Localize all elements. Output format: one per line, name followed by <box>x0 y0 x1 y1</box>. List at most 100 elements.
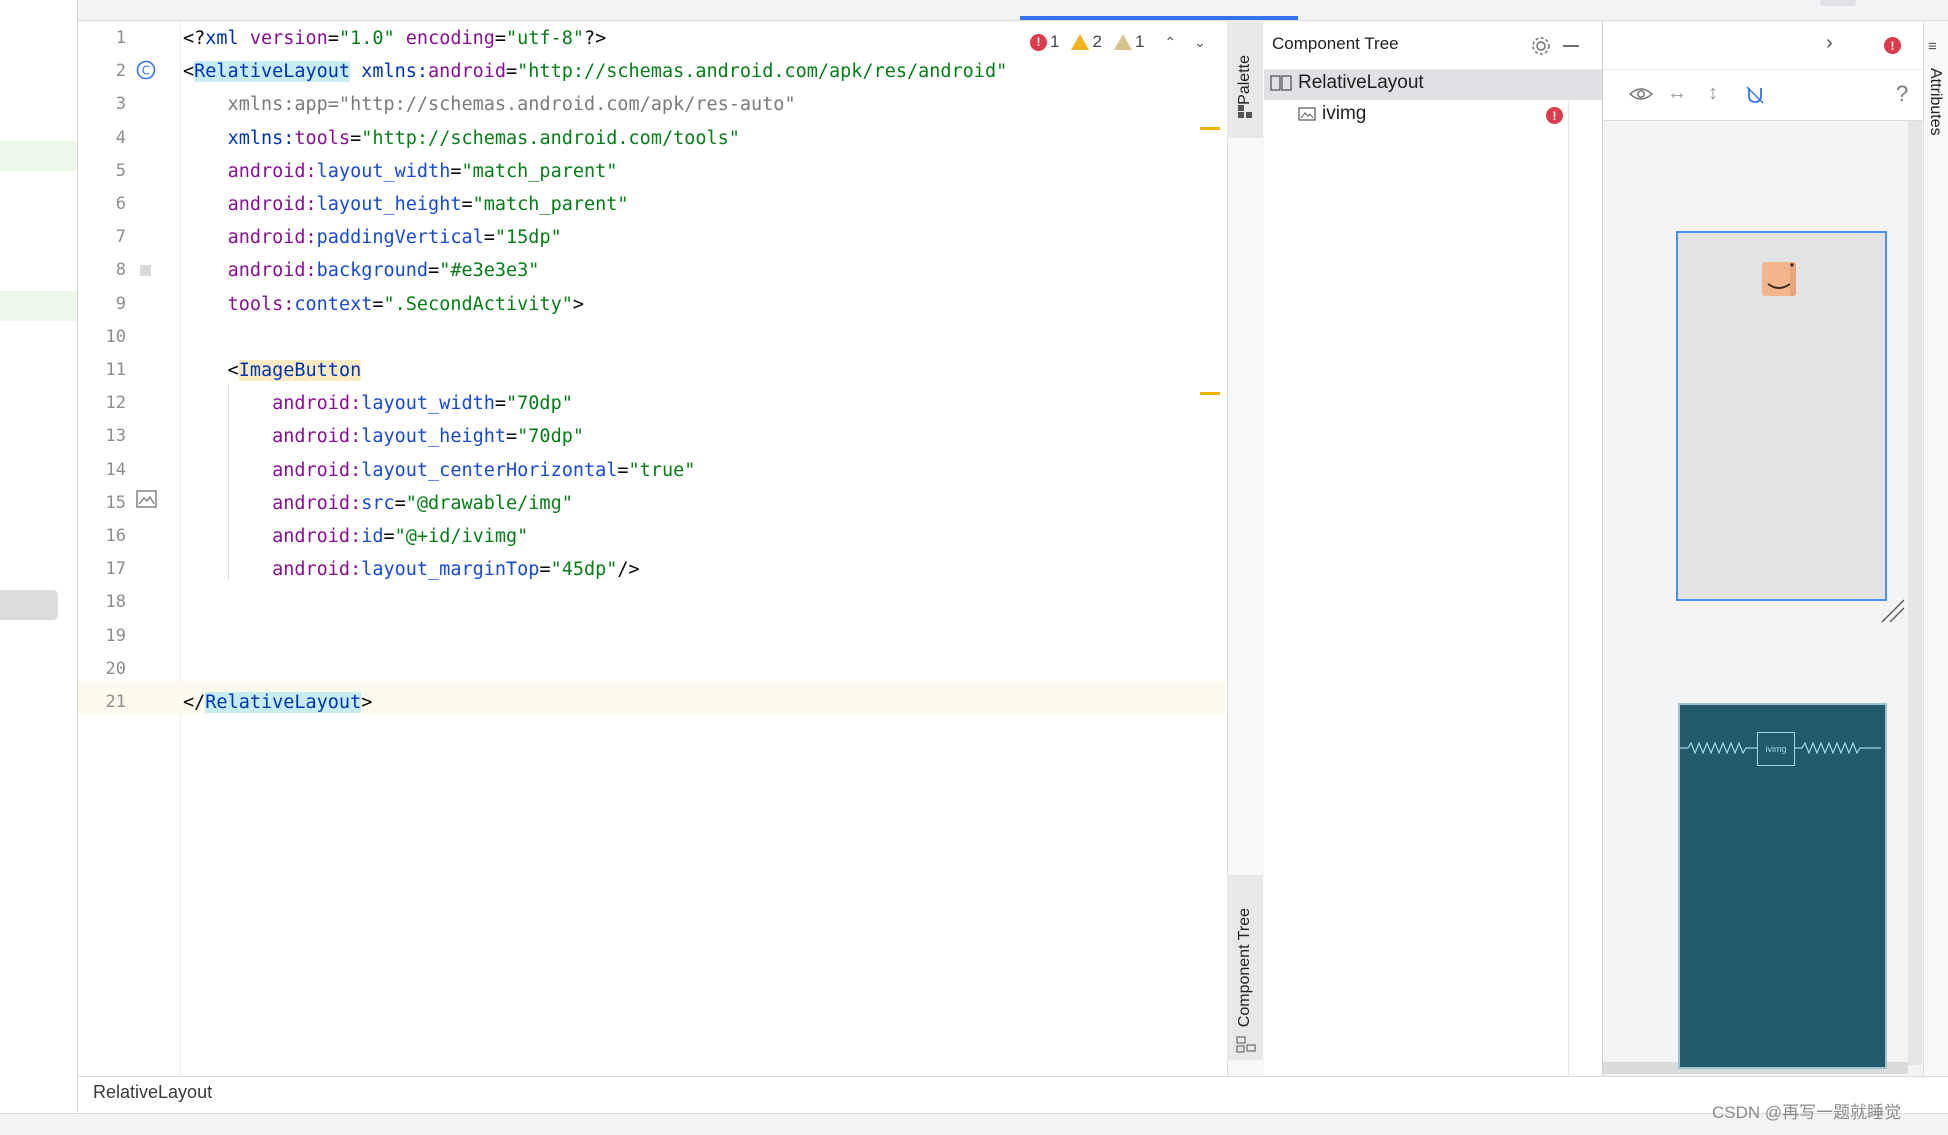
tab-attributes[interactable]: Attributes <box>1926 68 1946 141</box>
line-number[interactable]: 16 <box>78 520 126 553</box>
warning-icon <box>1071 34 1090 50</box>
code-token: "@drawable/img" <box>405 492 573 514</box>
component-tree-panel <box>1264 21 1603 1076</box>
code-line[interactable]: android:layout_height="match_parent" <box>183 188 629 221</box>
code-token: background <box>316 260 429 282</box>
code-line[interactable]: xmlns:tools="http://schemas.android.com/… <box>183 122 740 155</box>
breadcrumb-bar <box>78 1076 1948 1113</box>
line-number[interactable]: 10 <box>78 321 126 354</box>
tree-item-ivimg[interactable]: ivimg <box>1298 103 1366 125</box>
blueprint-ivimg[interactable]: ivimg <box>1757 732 1795 766</box>
vertical-arrows-icon[interactable]: ↕ <box>1708 82 1718 105</box>
inspection-widget[interactable]: ! 1 2 1 ⌃ ⌄ <box>1030 28 1206 56</box>
line-number[interactable]: 9 <box>78 288 126 321</box>
code-token: = <box>539 559 551 581</box>
gear-icon[interactable] <box>1530 35 1552 57</box>
code-line[interactable]: android:src="@drawable/img" <box>183 487 573 520</box>
line-number[interactable]: 11 <box>78 354 126 387</box>
code-line[interactable]: android:layout_width="match_parent" <box>183 155 618 188</box>
line-number[interactable]: 13 <box>78 420 126 453</box>
code-line[interactable]: xmlns:app="http://schemas.android.com/ap… <box>183 88 796 121</box>
code-token: = <box>506 61 518 83</box>
code-line[interactable]: android:layout_marginTop="45dp"/> <box>183 553 640 586</box>
code-line[interactable]: tools:context=".SecondActivity"> <box>183 288 584 321</box>
line-number[interactable]: 18 <box>78 586 126 619</box>
help-icon[interactable]: ? <box>1896 81 1908 107</box>
image-button-preview[interactable] <box>1762 262 1796 296</box>
code-line[interactable]: android:id="@+id/ivimg" <box>183 520 528 553</box>
line-number[interactable]: 3 <box>78 88 126 121</box>
line-number[interactable]: 1 <box>78 22 126 55</box>
component-tree-title: Component Tree <box>1272 34 1399 53</box>
line-number[interactable]: 7 <box>78 221 126 254</box>
editor-tab-bar <box>78 0 1948 21</box>
color-swatch-icon[interactable] <box>140 265 151 276</box>
scroll-thumb[interactable] <box>0 590 58 620</box>
line-number[interactable]: 17 <box>78 553 126 586</box>
next-highlight-icon[interactable]: ⌄ <box>1194 34 1206 51</box>
code-token: layout_marginTop <box>361 559 540 581</box>
palette-icon <box>1238 105 1252 118</box>
eye-icon[interactable] <box>1628 85 1654 103</box>
code-line[interactable]: android:background="#e3e3e3" <box>183 254 540 287</box>
bottom-status-bar <box>0 1113 1948 1135</box>
line-number[interactable]: 8 <box>78 254 126 287</box>
error-icon[interactable]: ! <box>1546 107 1563 124</box>
tree-item-label: RelativeLayout <box>1298 72 1424 93</box>
line-number[interactable]: 20 <box>78 653 126 686</box>
code-token: < <box>183 360 239 381</box>
code-token: "15dp" <box>494 227 562 249</box>
image-preview-icon[interactable] <box>136 490 157 508</box>
magnet-icon[interactable] <box>1744 84 1766 106</box>
line-number[interactable]: 14 <box>78 454 126 487</box>
design-vertical-scrollbar[interactable] <box>1908 121 1922 1065</box>
code-line[interactable]: <?xml version="1.0" encoding="utf-8"?> <box>183 22 606 55</box>
code-token: ".SecondActivity" <box>383 293 573 315</box>
code-token: RelativeLayout <box>205 692 362 713</box>
tree-item-relativelayout[interactable]: RelativeLayout <box>1270 72 1424 94</box>
class-icon[interactable]: C <box>136 60 156 80</box>
line-number[interactable]: 15 <box>78 487 126 520</box>
line-number[interactable]: 19 <box>78 620 126 653</box>
error-icon: ! <box>1030 33 1047 51</box>
code-line[interactable]: <ImageButton <box>183 354 362 387</box>
code-line[interactable]: android:layout_centerHorizontal="true" <box>183 454 695 487</box>
code-token: "match_parent" <box>461 160 618 182</box>
code-token: "70dp" <box>506 393 573 415</box>
minimize-icon[interactable] <box>1563 45 1579 47</box>
line-number[interactable]: 2 <box>78 55 126 88</box>
code-token: xmlns: <box>227 127 295 149</box>
previous-highlight-icon[interactable]: ⌃ <box>1164 34 1176 51</box>
resize-handle-icon[interactable] <box>1880 598 1906 624</box>
tree-item-label: ivimg <box>1322 103 1367 124</box>
breadcrumb[interactable]: RelativeLayout <box>93 1082 212 1103</box>
code-line[interactable]: android:paddingVertical="15dp" <box>183 221 562 254</box>
tab-palette[interactable]: Palette <box>1227 22 1263 138</box>
chevron-right-icon[interactable]: › <box>1826 32 1833 55</box>
svg-text:C: C <box>142 64 150 78</box>
warning-stripe[interactable] <box>1200 127 1220 130</box>
code-token: layout_width <box>316 160 451 182</box>
line-number[interactable]: 21 <box>78 686 126 719</box>
attributes-icon: ≡ <box>1928 38 1937 55</box>
tab-stub[interactable] <box>1820 0 1856 6</box>
code-line[interactable]: </RelativeLayout> <box>183 686 372 719</box>
horizontal-arrows-icon[interactable]: ↔ <box>1667 82 1687 105</box>
code-token: "match_parent" <box>472 194 629 215</box>
code-token: paddingVertical <box>316 227 484 249</box>
code-line[interactable]: android:layout_height="70dp" <box>183 420 584 453</box>
tab-component-tree[interactable]: Component Tree <box>1227 875 1263 1060</box>
line-number[interactable]: 6 <box>78 188 126 221</box>
line-number[interactable]: 5 <box>78 155 126 188</box>
error-icon[interactable]: ! <box>1884 37 1901 54</box>
code-line[interactable]: <RelativeLayout xmlns:android="http://sc… <box>183 55 1007 88</box>
line-number[interactable]: 12 <box>78 387 126 420</box>
line-number[interactable]: 4 <box>78 122 126 155</box>
code-token: "utf-8" <box>506 28 585 49</box>
code-line[interactable]: android:layout_width="70dp" <box>183 387 573 420</box>
warning-stripe[interactable] <box>1200 392 1220 395</box>
constraint-spring-left <box>1680 741 1757 755</box>
diff-marker <box>0 291 77 321</box>
